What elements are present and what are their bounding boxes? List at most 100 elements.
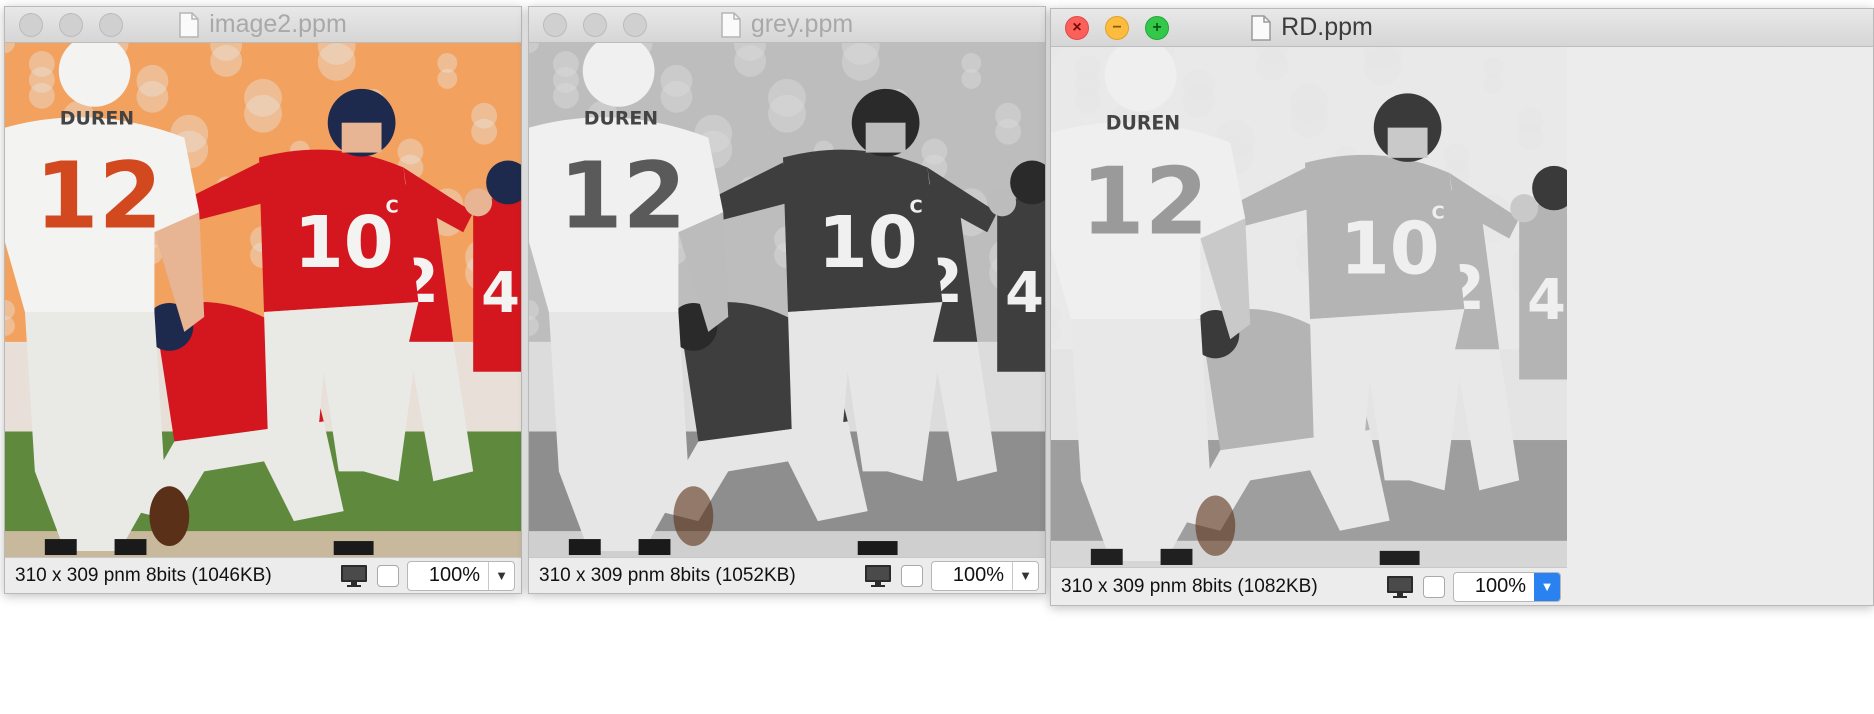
zoom-select[interactable]: 100% ▼ [407,560,515,591]
number-4: 4 [1005,261,1044,326]
window-controls: × − + [1065,15,1169,40]
image-canvas: 42410CDUREN12 [1051,47,1567,567]
image-info: 310 x 309 pnm 8bits (1046KB) [15,564,272,586]
monitor-icon[interactable] [863,563,893,589]
number-10: 10 [1340,207,1440,291]
image-info: 310 x 309 pnm 8bits (1052KB) [539,564,796,586]
zoom-button[interactable] [623,12,647,37]
crowd-blob [768,78,806,117]
duren-cleat-left [568,539,601,556]
file-icon [1251,14,1271,41]
minimize-button[interactable]: − [1105,15,1129,40]
crowd-blob [136,64,169,97]
crowd-blob [961,52,982,73]
crowd-blob [552,50,579,77]
crowd-blob [244,78,282,117]
crowd-blob [1443,143,1470,170]
zoom-select[interactable]: 100% ▼ [1453,571,1561,602]
qb-cleat [333,541,374,556]
duren-cleat-right [638,539,671,556]
qb-right-hand [464,188,493,217]
duren-cleat-right [1160,548,1193,565]
qb-cleat [1379,550,1420,565]
crowd-blob [660,64,693,97]
chevron-down-icon[interactable]: ▼ [1534,572,1560,601]
minimize-button[interactable] [583,12,607,37]
file-icon [721,11,741,38]
window-titlebar[interactable]: × − + RD.ppm [1051,9,1873,47]
window-controls [19,12,123,37]
captain-c: C [1432,202,1445,223]
zoom-value: 100% [952,564,1004,586]
image-window-image2[interactable]: image2.ppm 42410CDUREN12 310 x 309 pnm 8… [4,6,522,594]
zoom-button[interactable]: + [1145,15,1169,40]
qb-face [865,122,906,153]
crowd-blob [1182,69,1215,102]
crowd-blob [437,52,458,73]
crowd-blob [1483,57,1504,78]
captain-c: C [386,196,399,217]
qb-face [341,122,382,153]
qb-right-hand [988,188,1017,217]
file-icon [179,11,199,38]
image-window-rd[interactable]: × − + RD.ppm 42410CDUREN12 310 x 309 pnm… [1050,8,1874,606]
status-bar: 310 x 309 pnm 8bits (1046KB) 100% ▼ [5,557,521,593]
close-button[interactable]: × [1065,15,1089,40]
window-titlebar[interactable]: grey.ppm [529,7,1045,43]
number-12: 12 [35,142,163,249]
photo: 42410CDUREN12 [1051,47,1567,567]
number-12: 12 [1081,147,1209,256]
qb-cleat [857,541,898,556]
crowd-blob [471,102,498,129]
crowd-blob [1290,83,1328,122]
monitor-icon[interactable] [1385,574,1415,600]
monitor-icon[interactable] [339,563,369,589]
crowd-blob [1517,107,1544,134]
image-info: 310 x 309 pnm 8bits (1082KB) [1061,575,1318,597]
number-10: 10 [818,200,918,284]
window-title: grey.ppm [750,10,854,38]
qb-right-hand [1510,194,1539,223]
chevron-down-icon[interactable]: ▼ [488,561,514,590]
photo: 42410CDUREN12 [5,43,521,557]
display-checkbox[interactable] [377,564,399,587]
close-button[interactable] [19,12,43,37]
number-4: 4 [1527,268,1566,333]
window-titlebar[interactable]: image2.ppm [5,7,521,43]
football [673,486,714,547]
number-10: 10 [294,200,394,284]
crowd-blob [995,102,1022,129]
zoom-select[interactable]: 100% ▼ [931,560,1039,591]
crowd-blob [921,138,948,165]
display-checkbox[interactable] [1423,575,1445,598]
duren-name: DUREN [1106,113,1180,135]
window-controls [543,12,647,37]
image-window-grey[interactable]: grey.ppm 42410CDUREN12 310 x 309 pnm 8bi… [528,6,1046,594]
football [149,486,190,547]
close-button[interactable] [543,12,567,37]
number-12: 12 [559,142,687,249]
chevron-down-icon[interactable]: ▼ [1012,561,1038,590]
number-4: 4 [481,261,520,326]
minimize-button[interactable] [59,12,83,37]
duren-cleat-left [1090,548,1123,565]
window-title: RD.ppm [1281,13,1373,41]
zoom-value: 100% [428,564,480,586]
crowd-blob [28,50,55,77]
crowd-blob [1074,55,1101,82]
crowd-blob [397,138,424,165]
duren-name: DUREN [584,108,658,130]
display-checkbox[interactable] [901,564,923,587]
captain-c: C [910,196,923,217]
window-title: image2.ppm [209,10,347,38]
duren-name: DUREN [60,108,134,130]
duren-cleat-left [44,539,77,556]
duren-cleat-right [114,539,147,556]
image-canvas: 42410CDUREN12 [5,43,521,557]
photo: 42410CDUREN12 [529,43,1045,557]
zoom-value: 100% [1474,575,1526,597]
qb-face [1387,127,1428,158]
football [1195,495,1236,556]
status-bar: 310 x 309 pnm 8bits (1082KB) 100% ▼ [1051,567,1567,605]
zoom-button[interactable] [99,12,123,37]
